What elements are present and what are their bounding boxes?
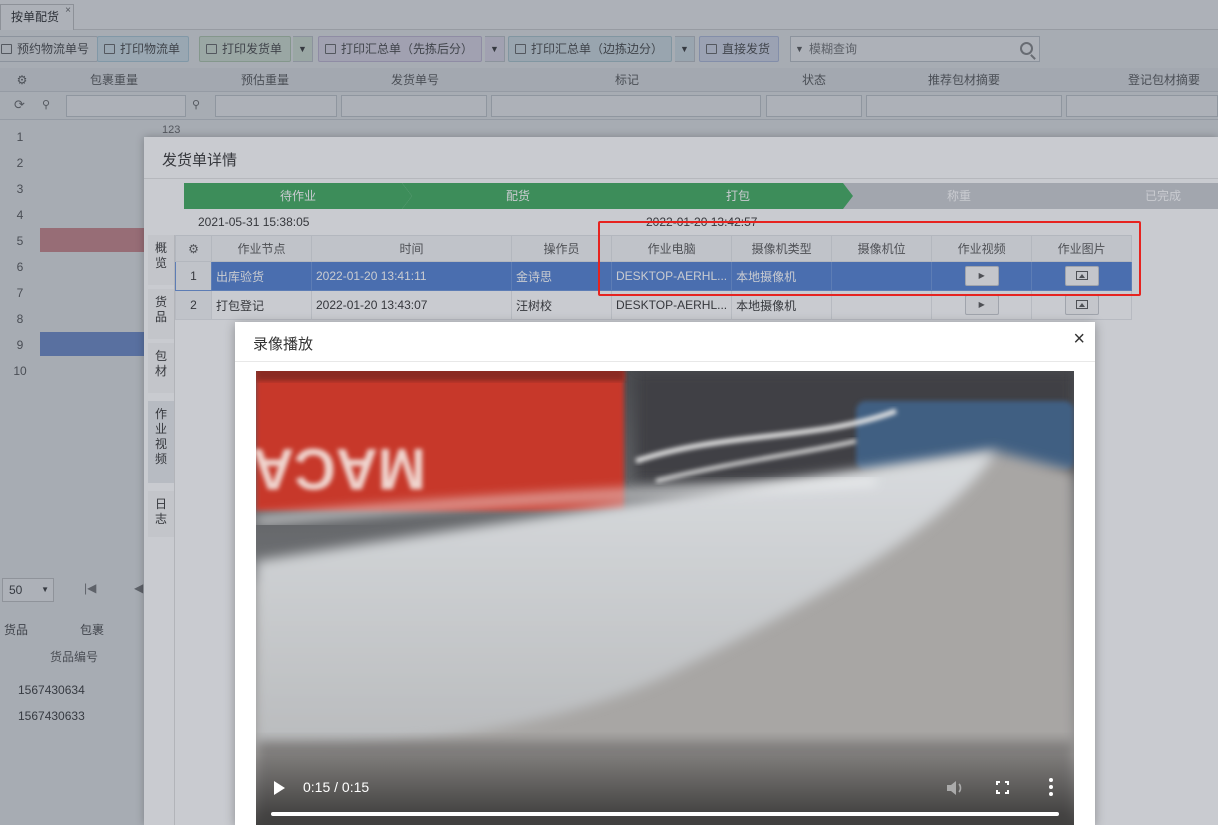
video-player[interactable]: MACADAMIA 0:15 / 0:15 [256, 371, 1074, 825]
play-icon[interactable] [274, 781, 285, 795]
svg-text:MACADAMIA: MACADAMIA [256, 436, 426, 501]
close-icon[interactable]: × [1073, 328, 1085, 351]
volume-icon[interactable] [946, 780, 964, 796]
highlight-annotation-box [598, 221, 1141, 296]
more-options-icon[interactable] [1049, 777, 1053, 797]
video-controls: 0:15 / 0:15 [256, 755, 1074, 825]
video-dialog-header: 录像播放 × [235, 322, 1095, 362]
video-time: 0:15 / 0:15 [303, 779, 370, 795]
video-playback-dialog: 录像播放 × MACA 0:15 / 0:15 [235, 322, 1095, 825]
video-dialog-title: 录像播放 [253, 336, 314, 353]
video-progress-bar[interactable] [271, 812, 1059, 816]
fullscreen-icon[interactable] [996, 781, 1009, 794]
